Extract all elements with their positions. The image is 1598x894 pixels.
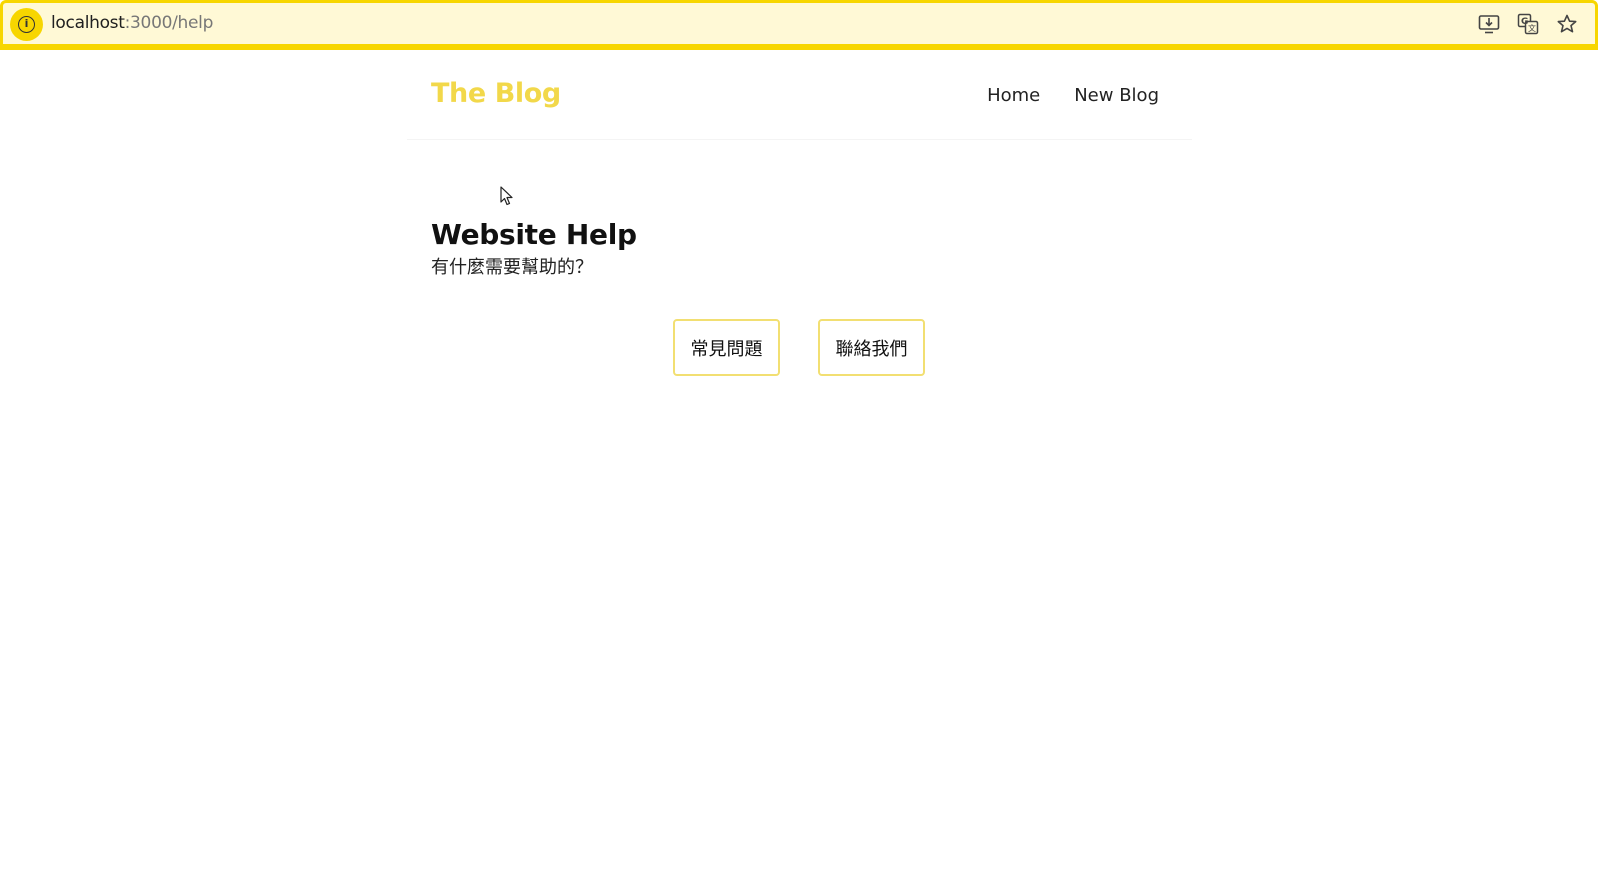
url-path: :3000/help: [124, 13, 214, 33]
browser-toolbar: G 文: [1477, 12, 1579, 36]
translate-icon[interactable]: G 文: [1516, 12, 1540, 36]
help-content: Website Help 有什麼需要幫助的？: [431, 215, 1171, 281]
contact-us-button[interactable]: 聯絡我們: [818, 319, 925, 376]
page-subtitle: 有什麼需要幫助的？: [431, 257, 593, 278]
page-title: Website Help: [431, 218, 637, 251]
url-field[interactable]: localhost:3000/help: [51, 13, 213, 33]
page-viewport: The Blog Home New Blog Website Help 有什麼需…: [0, 50, 1598, 894]
nav-links: Home New Blog: [987, 85, 1159, 106]
url-host: localhost: [51, 13, 125, 33]
nav-link-home[interactable]: Home: [987, 85, 1040, 106]
mouse-cursor-icon: [500, 186, 514, 210]
faq-button[interactable]: 常見問題: [673, 319, 780, 376]
browser-address-bar: i localhost:3000/help G 文: [0, 0, 1598, 50]
info-icon[interactable]: i: [10, 8, 43, 41]
nav-link-new-blog[interactable]: New Blog: [1074, 85, 1159, 106]
info-ring: i: [18, 16, 35, 33]
bookmark-star-icon[interactable]: [1555, 12, 1579, 36]
svg-text:文: 文: [1528, 23, 1536, 33]
install-app-icon[interactable]: [1477, 12, 1501, 36]
help-buttons: 常見問題 聯絡我們: [673, 319, 925, 376]
site-navbar: The Blog Home New Blog: [407, 50, 1192, 140]
site-brand-logo[interactable]: The Blog: [431, 78, 561, 109]
